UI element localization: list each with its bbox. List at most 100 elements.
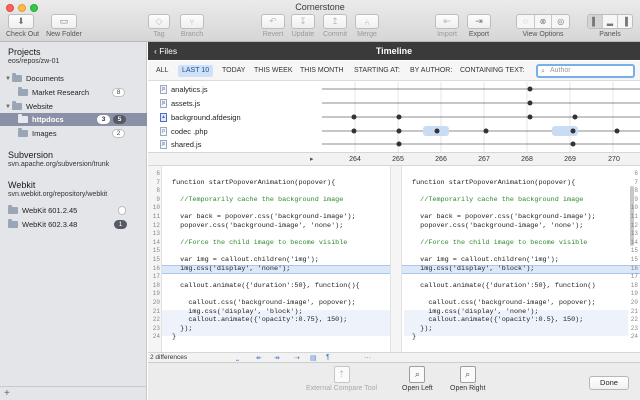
branch-button[interactable]: ⑂ Branch <box>178 14 206 40</box>
left-panel-icon[interactable]: ▌ <box>588 15 603 28</box>
commit-dot[interactable] <box>396 114 402 120</box>
revision-number[interactable]: 267 <box>464 156 504 163</box>
sidebar-item-webkit-602[interactable]: WebKit 602.3.48 1 <box>0 218 147 231</box>
code-line[interactable]: var back = popover.css('background-image… <box>172 213 355 221</box>
commit-dot[interactable] <box>570 128 576 134</box>
sidebar-item-webkit-601[interactable]: WebKit 601.2.45 <box>0 204 147 217</box>
file-row[interactable]: js analytics.js <box>160 83 208 96</box>
scroll-right-arrow-icon[interactable]: ▸ <box>310 155 314 163</box>
export-button[interactable]: ⇥ Export <box>466 14 492 40</box>
revision-number[interactable]: 264 <box>335 156 375 163</box>
sidebar-item-market-research[interactable]: Market Research 8 <box>0 86 147 99</box>
sidebar-item-httpdocs[interactable]: httpdocs 3 5 <box>0 113 147 126</box>
code-line[interactable]: callout.animate({'opacity':0.5}, 150); <box>412 316 583 324</box>
paragraph-icon[interactable]: ¶ <box>326 354 330 361</box>
revert-button[interactable]: ↶ Revert <box>260 14 286 40</box>
list-icon[interactable]: ▤ <box>310 354 317 362</box>
commit-dot[interactable] <box>396 128 402 134</box>
revision-number[interactable]: 269 <box>550 156 590 163</box>
filter-this-month[interactable]: THIS MONTH <box>296 65 348 77</box>
commit-dot[interactable] <box>351 128 357 134</box>
external-compare-tool-button[interactable]: ⇡ External Compare Tool <box>306 366 377 392</box>
done-button[interactable]: Done <box>589 376 629 390</box>
filter-containing-text[interactable]: CONTAINING TEXT: <box>456 65 528 77</box>
code-line[interactable]: callout.css('background-image', popover)… <box>172 299 355 307</box>
code-line[interactable]: }); <box>412 325 432 333</box>
code-line[interactable]: img.css('display', 'none'); <box>412 308 538 316</box>
view-option-2-icon[interactable]: ⊗ <box>535 15 553 28</box>
revision-number[interactable]: 268 <box>507 156 547 163</box>
previous-difference-icon[interactable]: ↞ <box>256 354 262 362</box>
import-button[interactable]: ⇤ Import <box>434 14 460 40</box>
commit-dot[interactable] <box>527 100 533 106</box>
diff-divider[interactable] <box>390 166 402 359</box>
code-line[interactable]: }); <box>172 325 192 333</box>
code-line[interactable]: //Force the child image to become visibl… <box>172 239 347 247</box>
commit-dot[interactable] <box>527 114 533 120</box>
new-folder-button[interactable]: ▭ New Folder <box>44 14 84 40</box>
status-checkbox[interactable] <box>118 206 126 215</box>
code-line[interactable]: //Temporarily cache the background image <box>412 196 583 204</box>
file-row[interactable]: js assets.js <box>160 97 200 110</box>
code-line[interactable]: callout.animate({'opacity':0.75}, 150); <box>172 316 347 324</box>
merge-button[interactable]: ⑃ Merge <box>354 14 380 40</box>
filter-by-author[interactable]: BY AUTHOR: <box>406 65 456 77</box>
commit-dot[interactable] <box>483 128 489 134</box>
code-line[interactable]: var img = callout.children('img'); <box>172 256 319 264</box>
filter-today[interactable]: TODAY <box>218 65 249 77</box>
commit-dot[interactable] <box>570 141 576 147</box>
split-handle-icon[interactable]: ⋯ <box>364 354 371 362</box>
author-search-input[interactable]: ⌕ Author <box>536 64 635 78</box>
next-difference-icon[interactable]: ↠ <box>274 354 280 362</box>
right-diff-pane[interactable]: function startPopoverAnimation(popover){… <box>402 166 640 359</box>
update-button[interactable]: ↧ Update <box>290 14 316 40</box>
commit-dot[interactable] <box>614 128 620 134</box>
revision-number[interactable]: 266 <box>421 156 461 163</box>
code-line[interactable]: img.css('display', 'block'); <box>172 308 302 316</box>
left-diff-pane[interactable]: 6 7 function startPopoverAnimation(popover… <box>148 166 390 359</box>
revision-number[interactable]: 270 <box>594 156 634 163</box>
code-line[interactable]: img.css('display', 'none'); <box>172 265 290 273</box>
bottom-panel-icon[interactable]: ▂ <box>603 15 618 28</box>
filter-last-10[interactable]: LAST 10 <box>178 65 214 77</box>
repo-subversion[interactable]: Subversion svn.apache.org/subversion/tru… <box>8 150 109 168</box>
sidebar-item-website[interactable]: ▼ Website <box>0 100 147 113</box>
filter-starting-at[interactable]: STARTING AT: <box>350 65 404 77</box>
file-row[interactable]: js shared.js <box>160 138 201 151</box>
disclosure-triangle-icon[interactable]: ▼ <box>4 76 12 82</box>
open-right-button[interactable]: ⌕ Open Right <box>450 366 485 392</box>
merge-arrow-icon[interactable]: ⇢ <box>294 354 300 362</box>
code-line[interactable]: var img = callout.children('img'); <box>412 256 559 264</box>
code-line[interactable]: //Force the child image to become visibl… <box>412 239 587 247</box>
commit-dot[interactable] <box>396 141 402 147</box>
code-line[interactable]: callout.animate({'duration':50}, functio… <box>172 282 359 290</box>
repo-projects[interactable]: Projects eos/repos/zw-01 <box>8 47 59 65</box>
right-panel-icon[interactable]: ▐ <box>618 15 632 28</box>
commit-grid[interactable] <box>322 82 640 152</box>
sidebar-item-images[interactable]: Images 2 <box>0 127 147 140</box>
view-option-1-icon[interactable]: ◌ <box>517 15 535 28</box>
code-line[interactable]: var back = popover.css('background-image… <box>412 213 595 221</box>
filter-all[interactable]: ALL <box>152 65 172 77</box>
code-line[interactable]: function startPopoverAnimation(popover){ <box>412 179 575 187</box>
code-line[interactable]: callout.css('background-image', popover)… <box>412 299 595 307</box>
code-line[interactable]: //Temporarily cache the background image <box>172 196 343 204</box>
code-line[interactable]: popover.css('background-image', 'none'); <box>172 222 343 230</box>
view-options-control[interactable]: ◌ ⊗ ◎ View Options <box>516 14 570 40</box>
sidebar-add-button[interactable]: + <box>0 386 147 400</box>
commit-button[interactable]: ↥ Commit <box>321 14 349 40</box>
code-line[interactable]: img.css('display', 'block'); <box>412 265 534 273</box>
panels-control[interactable]: ▌ ▂ ▐ Panels <box>586 14 634 40</box>
view-option-3-icon[interactable]: ◎ <box>552 15 569 28</box>
commit-dot[interactable] <box>527 86 533 92</box>
commit-dot[interactable] <box>351 114 357 120</box>
tag-button[interactable]: ◇ Tag <box>148 14 170 40</box>
code-line[interactable]: } <box>412 333 416 341</box>
commit-dot[interactable] <box>434 128 440 134</box>
revision-number[interactable]: 265 <box>378 156 418 163</box>
filter-this-week[interactable]: THIS WEEK <box>250 65 297 77</box>
code-line[interactable]: popover.css('background-image', 'none'); <box>412 222 583 230</box>
sidebar-item-documents[interactable]: ▼ Documents <box>0 72 147 85</box>
file-row[interactable]: ▲ background.afdesign <box>160 111 241 124</box>
file-row[interactable]: p codec .php <box>160 125 208 138</box>
